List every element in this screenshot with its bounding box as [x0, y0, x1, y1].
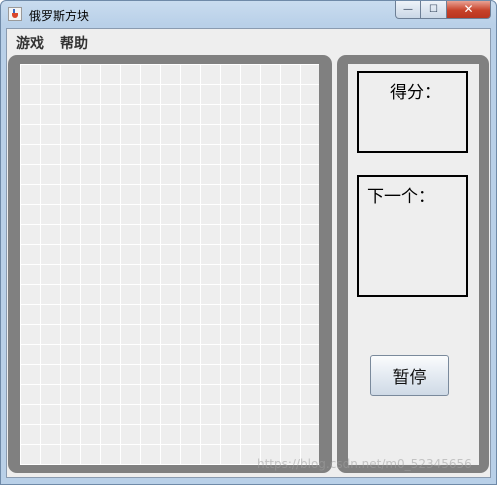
window-title: 俄罗斯方块 [29, 9, 90, 23]
minimize-button[interactable]: — [395, 1, 421, 19]
next-piece-label: 下一个： [367, 187, 435, 207]
title-bar[interactable]: 俄罗斯方块 — ☐ ✕ [1, 1, 496, 27]
game-board[interactable] [20, 64, 319, 465]
menu-help[interactable]: 帮助 [60, 33, 88, 53]
close-button[interactable]: ✕ [447, 1, 491, 19]
watermark: https://blog.csdn.net/m0_52345656 [257, 457, 472, 471]
java-cup-icon[interactable] [8, 7, 22, 21]
caption-buttons: — ☐ ✕ [395, 1, 491, 20]
next-piece-box: 下一个： [357, 175, 468, 297]
side-panel: 得分： 下一个： 暂停 [348, 64, 479, 465]
pause-button[interactable]: 暂停 [370, 355, 449, 396]
game-board-frame [8, 55, 332, 473]
app-window: 俄罗斯方块 — ☐ ✕ 游戏 帮助 得分： 下一个： 暂停 [0, 0, 497, 485]
client-area: 游戏 帮助 得分： 下一个： 暂停 [6, 28, 491, 478]
menu-bar: 游戏 帮助 [7, 29, 490, 54]
maximize-button[interactable]: ☐ [421, 1, 447, 19]
side-panel-frame: 得分： 下一个： 暂停 [337, 55, 489, 473]
menu-game[interactable]: 游戏 [16, 33, 44, 53]
score-label: 得分： [390, 83, 441, 103]
score-box: 得分： [357, 71, 468, 153]
